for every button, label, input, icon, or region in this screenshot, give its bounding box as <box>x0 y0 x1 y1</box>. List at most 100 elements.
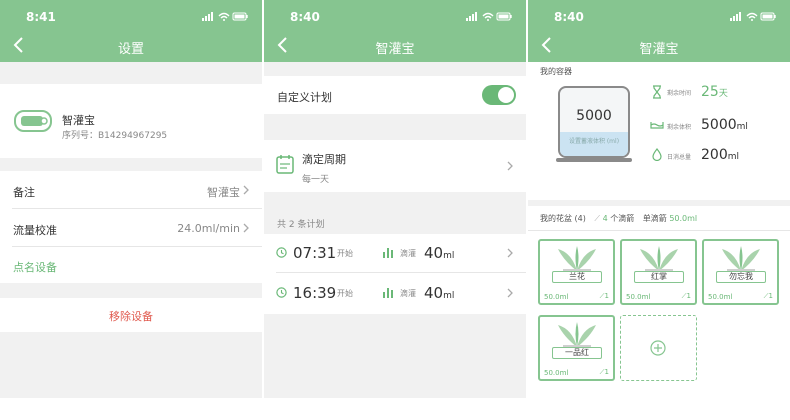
tank-value: 5000 <box>576 108 612 124</box>
flow-calibration-row[interactable]: 流量校准 24.0ml/min <box>0 209 262 247</box>
plan-amount: 40ml <box>424 244 454 262</box>
pot-volume: 50.0ml <box>626 293 651 301</box>
plan-count: 共 2 条计划 <box>277 220 325 230</box>
header: 8:40 智灌宝 <box>264 0 526 62</box>
custom-plan-row: 自定义计划 <box>264 76 526 114</box>
device-serial: 序列号：B14294967295 <box>62 131 168 141</box>
container-screen: 8:40 智灌宝 我的容器 5000 设置蓄液体积 (ml) 剩余时间 25天 … <box>528 0 790 398</box>
pot-volume: 50.0ml <box>544 369 569 377</box>
section-label: 我的容器 <box>540 67 572 76</box>
calendar-icon <box>276 155 294 174</box>
remove-device-button[interactable]: 移除设备 <box>0 308 262 324</box>
pot-volume: 50.0ml <box>708 293 733 301</box>
period-subtitle: 每一天 <box>302 175 330 185</box>
tank-caption: 设置蓄液体积 (ml) <box>568 138 620 145</box>
status-time: 8:40 <box>290 10 320 24</box>
tray-icon <box>650 122 664 129</box>
flow-label: 流量校准 <box>13 224 57 237</box>
chevron-right-icon <box>507 288 513 298</box>
single-drip-label: 单滴箭 <box>642 214 667 223</box>
hourglass-icon <box>653 85 661 99</box>
plan-action-label: 滴灌 <box>400 249 416 258</box>
pots-label: 我的花盆 (4) <box>540 214 586 223</box>
note-row[interactable]: 备注 智灌宝 <box>0 171 262 209</box>
plan-amount: 40ml <box>424 284 454 302</box>
pot-name: 勿忘我 <box>716 271 766 283</box>
status-bar: 8:41 <box>26 10 248 24</box>
note-label: 备注 <box>13 186 35 199</box>
plan-amount-value: 40 <box>424 284 444 302</box>
pot-count-value: 1 <box>686 292 691 300</box>
drippers-count: 4 <box>602 214 608 223</box>
plan-start-label: 开始 <box>337 249 353 258</box>
name-device-row[interactable]: 点名设备 <box>0 247 262 283</box>
toggle-knob <box>498 87 514 103</box>
plan-amount-unit: ml <box>443 251 455 261</box>
status-bar: 8:40 <box>554 10 776 24</box>
pot-count-value: 1 <box>604 292 609 300</box>
status-time: 8:40 <box>554 10 584 24</box>
stat-number: 5000 <box>701 117 737 133</box>
plan-item[interactable]: 16:39 开始 滴灌 40ml <box>264 273 526 314</box>
single-drip-value: 50.0ml <box>669 214 698 223</box>
stat-label: 剩余体积 <box>667 124 692 131</box>
device-card: 智灌宝 序列号：B14294967295 <box>0 84 262 158</box>
plan-time: 07:31 <box>293 244 337 262</box>
note-value: 智灌宝 <box>207 186 240 199</box>
period-title: 滴定周期 <box>302 153 346 166</box>
pot-count: ⟋1 <box>682 292 691 301</box>
pot-volume: 50.0ml <box>544 293 569 301</box>
page-title: 设置 <box>117 42 144 57</box>
pot-card[interactable]: 勿忘我 50.0ml ⟋1 <box>702 239 779 305</box>
drippers-label: 个滴箭 <box>610 214 635 223</box>
status-icons <box>466 12 512 21</box>
page-title: 智灌宝 <box>639 42 679 57</box>
bar-chart-icon <box>383 288 393 298</box>
header: 8:40 智灌宝 <box>528 0 790 62</box>
bar-chart-icon <box>383 248 393 258</box>
status-bar: 8:40 <box>290 10 512 24</box>
pot-card[interactable]: 一品红 50.0ml ⟋1 <box>538 315 615 381</box>
plan-action-label: 滴灌 <box>400 289 416 298</box>
stat-unit: 天 <box>718 89 728 99</box>
status-time: 8:41 <box>26 10 56 24</box>
pots-summary: 我的花盆 (4) ⟋ 4 个滴箭 单滴箭 50.0ml <box>540 213 697 224</box>
plan-screen: 8:40 智灌宝 自定义计划 滴定周期 每一天 共 2 条计划 07:31 开始 <box>264 0 526 398</box>
container-card: 我的容器 5000 设置蓄液体积 (ml) 剩余时间 25天 剩余体积 5000… <box>528 62 790 200</box>
plan-item[interactable]: 07:31 开始 滴灌 40ml <box>264 234 526 273</box>
tank-button[interactable]: 5000 设置蓄液体积 (ml) <box>558 86 630 158</box>
settings-screen: 8:41 设置 智灌宝 序列号：B14294967295 备注 智灌宝 流量校准… <box>0 0 262 398</box>
stat-label: 剩余时间 <box>667 90 692 97</box>
add-pot-button[interactable] <box>620 315 697 381</box>
stat-number: 200 <box>701 147 728 163</box>
pot-count: ⟋1 <box>600 368 609 377</box>
plus-circle-icon <box>650 340 666 356</box>
pot-card[interactable]: 兰花 50.0ml ⟋1 <box>538 239 615 305</box>
stat-value: 200ml <box>701 147 739 163</box>
device-icon <box>14 110 52 132</box>
page-title: 智灌宝 <box>375 42 415 57</box>
clock-icon <box>276 247 287 258</box>
pot-count-value: 1 <box>604 368 609 376</box>
pot-count: ⟋1 <box>600 292 609 301</box>
pot-count: ⟋1 <box>764 292 773 301</box>
plan-time: 16:39 <box>293 284 337 302</box>
name-device-button[interactable]: 点名设备 <box>13 259 57 275</box>
stat-unit: ml <box>727 152 740 162</box>
pot-name: 一品红 <box>552 347 602 359</box>
pot-card[interactable]: 红掌 50.0ml ⟋1 <box>620 239 697 305</box>
remove-device-row[interactable]: 移除设备 <box>0 298 262 332</box>
header: 8:41 设置 <box>0 0 262 62</box>
stat-value: 5000ml <box>701 117 748 133</box>
device-name: 智灌宝 <box>62 114 95 127</box>
chevron-right-icon <box>243 223 249 233</box>
stat-value: 25天 <box>701 84 728 100</box>
dripper-icon: ⟋ <box>594 214 601 223</box>
custom-plan-toggle[interactable] <box>482 85 516 105</box>
status-icons <box>730 12 776 21</box>
plan-amount-unit: ml <box>443 291 455 301</box>
drop-icon <box>652 148 662 161</box>
period-row[interactable]: 滴定周期 每一天 <box>264 140 526 192</box>
chevron-right-icon <box>507 248 513 258</box>
divider <box>528 230 790 231</box>
